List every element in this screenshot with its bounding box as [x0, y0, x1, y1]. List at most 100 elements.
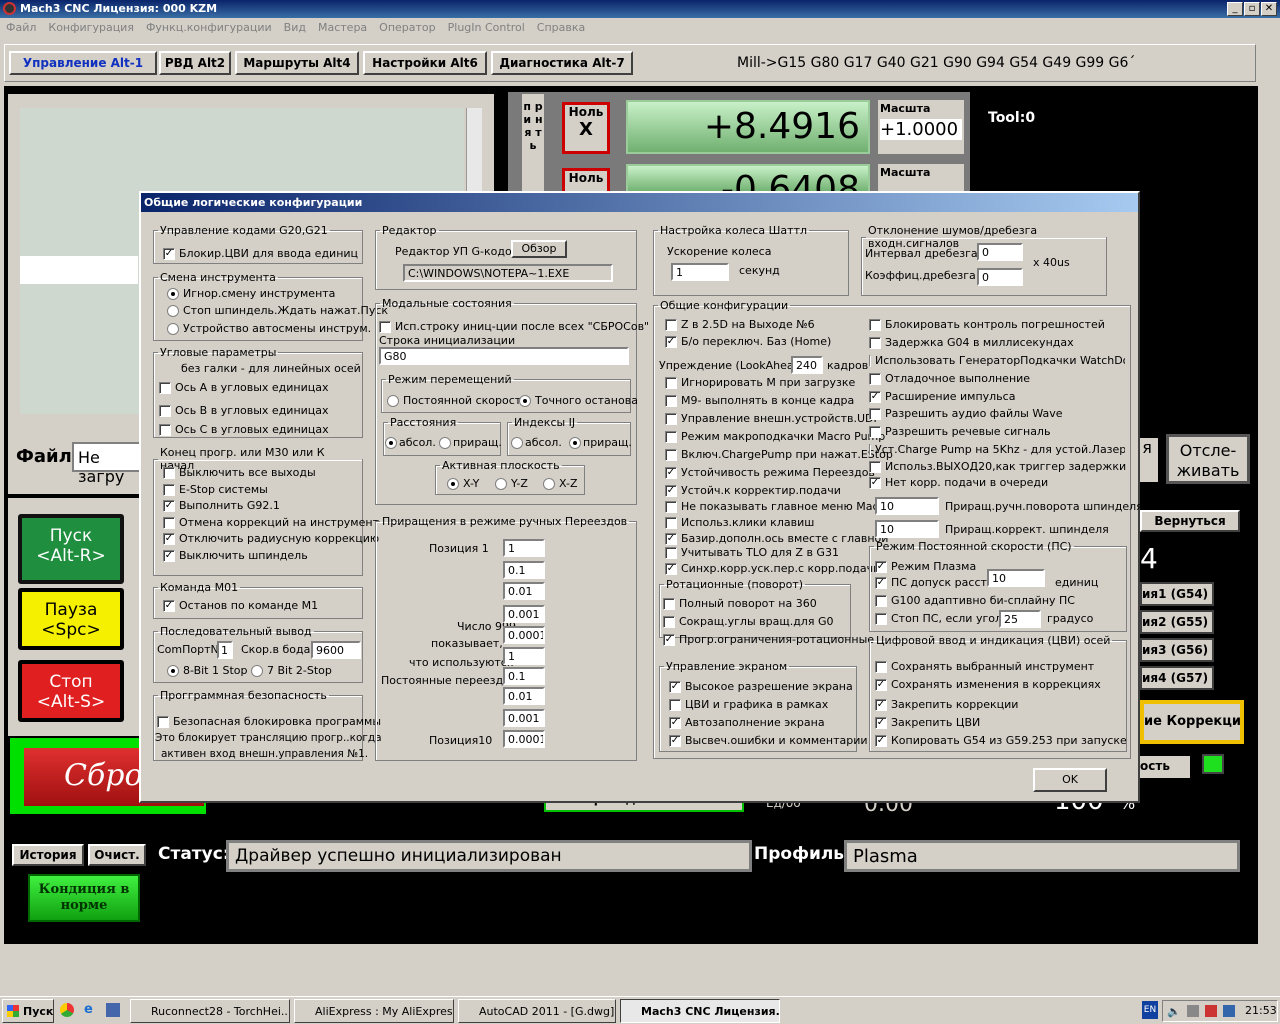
jog-value-2[interactable]: 0.1 — [503, 561, 545, 579]
m01-row[interactable]: ✓ Останов по команде М1 — [163, 599, 318, 612]
checkbox[interactable] — [663, 615, 675, 628]
radio[interactable] — [447, 477, 459, 490]
endprog-row[interactable]: ✓ Выполнить G92.1 — [163, 499, 280, 512]
language-indicator[interactable]: EN — [1142, 1001, 1158, 1019]
radio[interactable] — [385, 436, 397, 449]
checkbox[interactable] — [869, 425, 881, 438]
screen-row[interactable]: ✓ Высвеч.ошибки и комментарии — [669, 734, 868, 747]
general-row[interactable]: Учитывать TLO для Z в G31 — [665, 546, 839, 559]
checkbox[interactable]: ✓ — [663, 633, 675, 646]
checkbox[interactable] — [665, 318, 677, 331]
screen-row[interactable]: ✓ Высокое разрешение экрана — [669, 680, 853, 693]
checkbox[interactable]: ✓ — [163, 532, 175, 545]
endprog-row[interactable]: ✓ Выключить шпиндель — [163, 549, 308, 562]
menu-plugin[interactable]: PlugIn Control — [442, 18, 531, 37]
checkbox[interactable] — [159, 404, 171, 417]
screen-row[interactable]: ✓ Автозаполнение экрана — [669, 716, 825, 729]
ij-inc[interactable]: приращ. — [569, 436, 632, 449]
debounce-interval-input[interactable]: 0 — [977, 243, 1023, 261]
dro-row[interactable]: Сохранять выбранный инструмент — [875, 660, 1094, 673]
checkbox[interactable]: ✓ — [869, 476, 881, 489]
endprog-row[interactable]: Выключить все выходы — [163, 466, 316, 479]
checkbox[interactable] — [665, 394, 677, 407]
maximize-icon[interactable]: ▫ — [1244, 2, 1260, 16]
general-row[interactable]: Использ.клики клавиш — [665, 516, 814, 529]
general-row[interactable]: Z в 2.5D на Выходе №6 — [665, 318, 815, 331]
checkbox[interactable] — [669, 698, 681, 711]
checkbox[interactable]: ✓ — [665, 484, 677, 497]
general-row[interactable]: Режим макроподкачки Macro Pump — [665, 430, 885, 443]
general-right-row[interactable]: ✓ Расширение импульса — [869, 390, 1015, 403]
checkbox[interactable] — [875, 594, 887, 607]
clear-button[interactable]: Очист. — [88, 844, 146, 866]
tab-toolpath[interactable]: Маршруты Alt4 — [235, 51, 359, 75]
radio[interactable] — [543, 477, 555, 490]
general-right-row[interactable]: Разрешить аудио файлы Wave — [869, 407, 1063, 420]
checkbox[interactable] — [875, 660, 887, 673]
radio[interactable] — [251, 664, 263, 677]
general-right-row[interactable]: Отладочное выполнение — [869, 372, 1030, 385]
radio[interactable] — [439, 436, 451, 449]
menu-help[interactable]: Справка — [531, 18, 591, 37]
plane-xy[interactable]: X-Y — [447, 477, 479, 490]
checkbox[interactable] — [869, 336, 881, 349]
cv-tolerance-input[interactable]: 10 — [987, 569, 1045, 587]
g56-button[interactable]: ия3 (G56) — [1140, 638, 1214, 662]
pause-button[interactable]: Пауза <Spc> — [18, 588, 124, 650]
general-right-row[interactable]: ✓ Нет корр. подачи в очереди — [869, 476, 1048, 489]
checkbox[interactable]: ✓ — [875, 716, 887, 729]
menu-func-config[interactable]: Функц.конфигурации — [140, 18, 278, 37]
general-row[interactable]: ✓ Синхр.корр.уск.пер.с корр.подачи — [665, 562, 880, 575]
baud-input[interactable]: 9600 — [311, 641, 361, 659]
jog-value-6[interactable]: 1 — [503, 647, 545, 665]
checkbox[interactable] — [665, 412, 677, 425]
general-row[interactable]: M9- выполнять в конце кадра — [665, 394, 854, 407]
checkbox[interactable]: ✓ — [669, 680, 681, 693]
jog-value-9[interactable]: 0.001 — [503, 709, 545, 727]
tab-diagnostics[interactable]: Диагностика Alt-7 — [491, 51, 633, 75]
dro-row[interactable]: ✓ Копировать G54 из G59.253 при запуске — [875, 734, 1127, 747]
menu-view[interactable]: Вид — [278, 18, 312, 37]
general-row[interactable]: ✓ Базир.дополн.ось вместе с главной — [665, 532, 888, 545]
history-button[interactable]: История — [12, 844, 84, 866]
task-aliexpress[interactable]: AliExpress : My AliExpres... — [294, 999, 454, 1023]
cv-tolerance-row[interactable]: ✓ ПС допуск расст. — [875, 576, 990, 589]
toolchange-opt-ignore[interactable]: Игнор.смену инструмента — [167, 287, 335, 300]
menu-operator[interactable]: Оператор — [373, 18, 441, 37]
dro-row[interactable]: ✓ Закрепить коррекции — [875, 698, 1018, 711]
g55-button[interactable]: ия2 (G55) — [1140, 610, 1214, 634]
spindle-jog-input[interactable]: 10 — [875, 497, 939, 515]
dist-abs[interactable]: абсол. — [385, 436, 436, 449]
tray-volume-icon[interactable]: 🔈 — [1167, 1005, 1181, 1018]
checkbox[interactable] — [157, 715, 169, 728]
cv-g100-row[interactable]: G100 адаптивно би-сплайну ПС — [875, 594, 1075, 607]
checkbox[interactable]: ✓ — [163, 599, 175, 612]
serial-7bit[interactable]: 7 Bit 2-Stop — [251, 664, 332, 677]
checkbox[interactable] — [665, 516, 677, 529]
toolchange-opt-stop[interactable]: Стоп шпиндель.Ждать нажат.Пуск — [167, 304, 388, 317]
close-icon[interactable]: ✕ — [1261, 2, 1277, 16]
general-row[interactable]: Не показывать главное меню Mach3 — [665, 500, 892, 513]
general-row[interactable]: Игнорировать М при загрузке — [665, 376, 855, 389]
jog-value-7[interactable]: 0.1 — [503, 667, 545, 685]
endprog-row[interactable]: ✓ Отключить радиусную коррекцию — [163, 532, 379, 545]
jog-value-1[interactable]: 1 — [503, 539, 545, 557]
task-autocad[interactable]: AutoCAD 2011 - [G.dwg] — [458, 999, 616, 1023]
angular-b-row[interactable]: Ось В в угловых единицах — [159, 404, 329, 417]
spindle-override-input[interactable]: 10 — [875, 520, 939, 538]
init-line-row[interactable]: Исп.строку иниц-ции после всех "СБРОСов" — [379, 320, 649, 333]
general-right-row[interactable]: Использовать ГенераторПодкачки WatchDogs — [869, 354, 1125, 367]
ie-icon[interactable]: e — [84, 1003, 98, 1017]
plane-xz[interactable]: X-Z — [543, 477, 578, 490]
cv-angle-input[interactable]: 25 — [999, 610, 1041, 628]
file-field[interactable]: Не загру — [72, 442, 148, 486]
checkbox[interactable]: ✓ — [875, 698, 887, 711]
checkbox[interactable]: ✓ — [875, 576, 887, 589]
dro-y[interactable]: -0.6408 — [626, 164, 870, 194]
ok-button[interactable]: OK — [1033, 768, 1107, 792]
screen-row[interactable]: ЦВИ и графика в рамках — [669, 698, 828, 711]
checkbox[interactable]: ✓ — [665, 562, 677, 575]
stop-button[interactable]: Стоп <Alt-S> — [18, 660, 124, 722]
dro-row[interactable]: ✓ Закрепить ЦВИ — [875, 716, 980, 729]
checkbox[interactable]: ✓ — [665, 466, 677, 479]
